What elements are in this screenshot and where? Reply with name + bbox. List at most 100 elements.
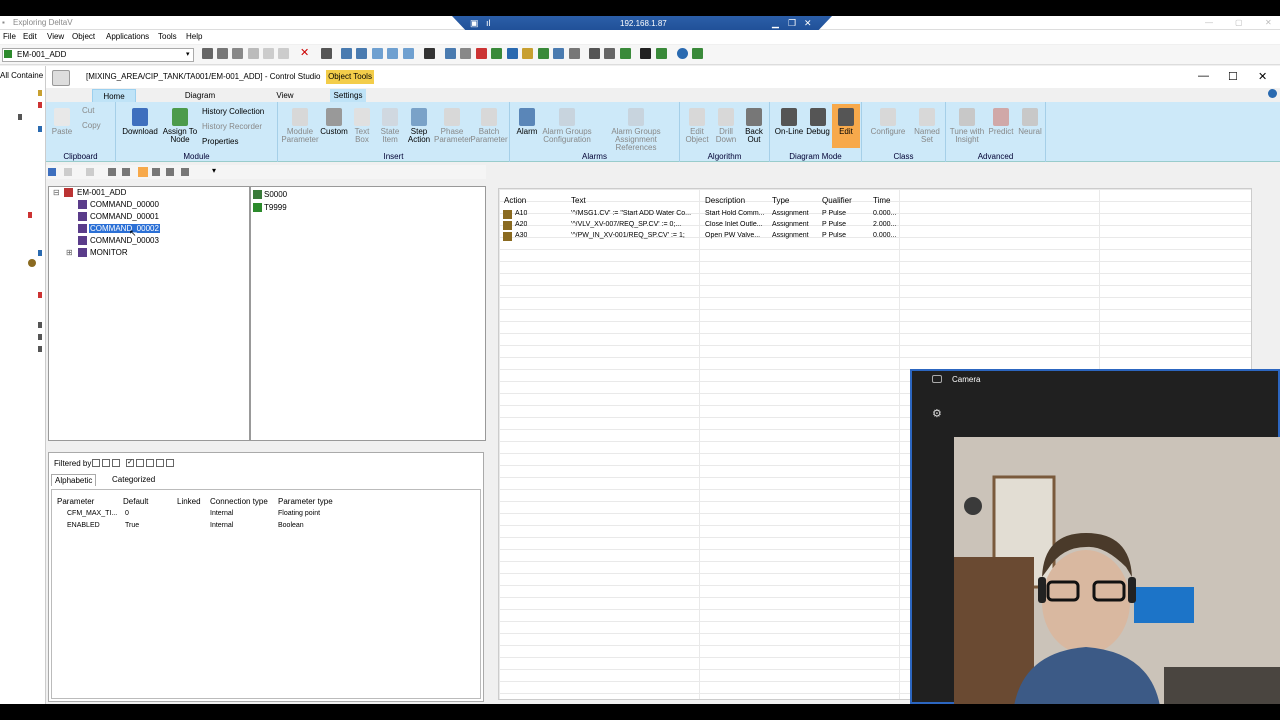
menu-file[interactable]: File: [3, 32, 16, 41]
paste-button[interactable]: Paste: [50, 108, 74, 136]
module-parameter-button[interactable]: Module Parameter: [280, 108, 320, 144]
tool-icon-8[interactable]: [387, 48, 398, 59]
param-name[interactable]: CFM_MAX_TI...: [67, 510, 117, 517]
filter-checkbox-checked[interactable]: ✓: [126, 459, 134, 467]
param-default[interactable]: 0: [125, 510, 129, 517]
close-icon[interactable]: ✕: [1258, 70, 1267, 83]
state-item-button[interactable]: State Item: [378, 108, 402, 144]
tool-icon-24[interactable]: [656, 48, 667, 59]
tool-icon-18[interactable]: [553, 48, 564, 59]
object-combo[interactable]: EM-001_ADD: [2, 48, 194, 62]
tree-item-monitor[interactable]: MONITOR: [90, 248, 128, 257]
tab-settings[interactable]: Settings: [330, 89, 366, 102]
edit-mode-button[interactable]: Edit: [832, 104, 860, 148]
col-text[interactable]: Text: [571, 196, 586, 205]
properties-button[interactable]: Properties: [202, 138, 276, 146]
phase-parameter-button[interactable]: Phase Parameter: [434, 108, 471, 144]
param-type[interactable]: Floating point: [278, 510, 320, 517]
tree-item-command-00003[interactable]: COMMAND_00003: [90, 236, 159, 245]
edit-object-button[interactable]: Edit Object: [682, 108, 712, 144]
tool-icon-16[interactable]: [522, 48, 533, 59]
combo-chevron-down-icon[interactable]: ▾: [186, 50, 190, 58]
alarm-button[interactable]: Alarm: [514, 108, 540, 136]
copy-icon[interactable]: [263, 48, 274, 59]
save-icon[interactable]: [48, 168, 56, 176]
col-qualifier[interactable]: Qualifier: [822, 196, 852, 205]
cut-button[interactable]: Cut: [82, 107, 110, 115]
action-text[interactable]: '^/MSG1.CV' := "Start ADD Water Co...: [571, 210, 701, 217]
tool-icon-14[interactable]: [491, 48, 502, 59]
tree-expander-icon[interactable]: [18, 114, 22, 120]
transition-t9999[interactable]: T9999: [264, 203, 287, 212]
tool-icon-1[interactable]: [202, 48, 213, 59]
tool-icon-10[interactable]: [424, 48, 435, 59]
download-button[interactable]: Download: [120, 108, 160, 136]
paste-icon[interactable]: [278, 48, 289, 59]
action-description[interactable]: Close Inlet Outle...: [705, 221, 767, 228]
tool-icon-22[interactable]: [620, 48, 631, 59]
outer-close-icon[interactable]: ✕: [1265, 18, 1272, 27]
filter-checkbox[interactable]: [156, 459, 164, 467]
rdp-close-icon[interactable]: ✕: [804, 18, 812, 29]
outer-minimize-icon[interactable]: —: [1205, 18, 1213, 27]
undo-icon[interactable]: [64, 168, 72, 176]
action-type[interactable]: Assignment: [772, 210, 809, 217]
menu-applications[interactable]: Applications: [106, 32, 149, 41]
custom-button[interactable]: Custom: [320, 108, 348, 136]
tab-alphabetic[interactable]: Alphabetic: [51, 474, 97, 486]
tool-icon-9[interactable]: [403, 48, 414, 59]
tab-view[interactable]: View: [268, 89, 302, 102]
tool-icon-2[interactable]: [217, 48, 228, 59]
filter-checkbox[interactable]: [136, 459, 144, 467]
tab-diagram[interactable]: Diagram: [176, 89, 224, 102]
action-qualifier[interactable]: P Pulse: [822, 221, 846, 228]
menu-edit[interactable]: Edit: [23, 32, 37, 41]
action-description[interactable]: Start Hold Comm...: [705, 210, 767, 217]
tool-icon-21[interactable]: [604, 48, 615, 59]
neural-button[interactable]: Neural: [1016, 108, 1044, 136]
step-s0000[interactable]: S0000: [264, 190, 287, 199]
outer-maximize-icon[interactable]: ▢: [1235, 18, 1243, 27]
tree-item-command-00000[interactable]: COMMAND_00000: [90, 200, 159, 209]
action-text[interactable]: '^/PW_IN_XV-001/REQ_SP.CV' := 1;: [571, 232, 701, 239]
action-name[interactable]: A30: [515, 232, 527, 239]
param-name[interactable]: ENABLED: [67, 522, 100, 529]
action-type[interactable]: Assignment: [772, 232, 809, 239]
alarm-groups-assignment-references-button[interactable]: Alarm Groups Assignment References: [594, 108, 678, 152]
configure-button[interactable]: Configure: [868, 108, 908, 136]
menu-help[interactable]: Help: [186, 32, 202, 41]
predict-button[interactable]: Predict: [986, 108, 1016, 136]
back-out-button[interactable]: Back Out: [740, 108, 768, 144]
filter-checkbox[interactable]: [166, 459, 174, 467]
action-time[interactable]: 0.000...: [873, 232, 896, 239]
param-default[interactable]: True: [125, 522, 139, 529]
gear-icon[interactable]: ⚙: [932, 407, 942, 420]
zoom-icon[interactable]: [108, 168, 116, 176]
tool-icon-25[interactable]: [692, 48, 703, 59]
menu-tools[interactable]: Tools: [158, 32, 177, 41]
col-description[interactable]: Description: [705, 196, 745, 205]
tab-categorized[interactable]: Categorized: [109, 474, 158, 485]
tree-expand-icon[interactable]: ⊞: [66, 248, 73, 257]
tool-icon-7[interactable]: [372, 48, 383, 59]
filter-checkbox[interactable]: [112, 459, 120, 467]
history-collection-button[interactable]: History Collection: [202, 108, 276, 116]
pin-icon[interactable]: ▣: [470, 18, 479, 29]
tool-icon-11[interactable]: [445, 48, 456, 59]
tree-item-command-00001[interactable]: COMMAND_00001: [90, 212, 159, 221]
tune-with-insight-button[interactable]: Tune with Insight: [948, 108, 986, 144]
tab-home[interactable]: Home: [92, 89, 136, 102]
param-connection[interactable]: Internal: [210, 510, 233, 517]
batch-parameter-button[interactable]: Batch Parameter: [470, 108, 508, 144]
named-set-button[interactable]: Named Set: [912, 108, 942, 144]
tool-icon-12[interactable]: [460, 48, 471, 59]
param-type[interactable]: Boolean: [278, 522, 304, 529]
help-icon[interactable]: [677, 48, 688, 59]
overflow-chevron-icon[interactable]: ▾: [212, 166, 216, 175]
drill-down-button[interactable]: Drill Down: [712, 108, 740, 144]
select-tool-icon[interactable]: [138, 167, 148, 177]
action-type[interactable]: Assignment: [772, 221, 809, 228]
tool-icon-3[interactable]: [232, 48, 243, 59]
maximize-icon[interactable]: ☐: [1228, 70, 1238, 83]
col-parameter-type[interactable]: Parameter type: [278, 497, 333, 506]
